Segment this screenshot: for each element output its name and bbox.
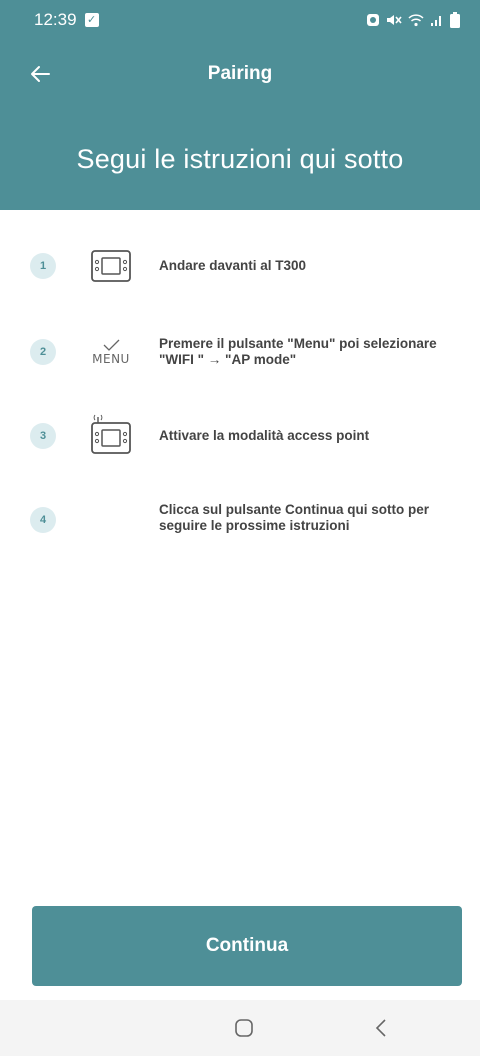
alarm-icon: [367, 14, 379, 26]
status-time: 12:39: [34, 10, 77, 29]
step-item-2: 2 MENU Premere il pulsante "Menu" poi se…: [0, 322, 480, 382]
wifi-icon: [408, 14, 424, 27]
step-text: Premere il pulsante "Menu" poi seleziona…: [159, 336, 437, 367]
back-nav-icon[interactable]: [374, 1018, 388, 1038]
thermostat-wifi-icon: [88, 412, 134, 456]
app-bar: Pairing: [0, 40, 480, 108]
step-number-badge: 1: [30, 253, 56, 279]
signal-icon: [431, 16, 441, 26]
mute-icon: [387, 15, 402, 25]
step-item-4: 4 Clicca sul pulsante Continua qui sotto…: [0, 490, 480, 550]
status-left: 12:39 ✓: [34, 10, 99, 30]
menu-check-icon: MENU: [88, 330, 134, 374]
arrow-left-icon: [31, 66, 50, 82]
step-item-1: 1 Andare davanti al T300: [0, 236, 480, 296]
status-icons: [366, 12, 460, 28]
step-number-badge: 4: [30, 507, 56, 533]
home-icon[interactable]: [234, 1018, 254, 1038]
app-title: Pairing: [207, 63, 273, 84]
instructions-header: Segui le istruzioni qui sotto: [0, 108, 480, 210]
step-text: Andare davanti al T300: [159, 258, 307, 273]
continue-button[interactable]: Continua: [32, 906, 462, 986]
step-number-badge: 2: [30, 339, 56, 365]
back-button[interactable]: [24, 58, 56, 90]
thermostat-icon: [88, 244, 134, 288]
menu-icon-label: MENU: [92, 352, 130, 366]
system-navigation-bar: [0, 1000, 480, 1056]
step-text: Attivare la modalità access point: [159, 428, 370, 443]
step-text: Clicca sul pulsante Continua qui sotto p…: [159, 502, 430, 533]
step-item-3: 3 Attivare la modalità access point: [0, 406, 480, 466]
status-bar: 12:39 ✓: [0, 0, 480, 40]
step-number-badge: 3: [30, 423, 56, 449]
notification-check-icon: ✓: [84, 13, 99, 27]
page-title: Segui le istruzioni qui sotto: [76, 143, 404, 174]
battery-icon: [450, 12, 460, 28]
